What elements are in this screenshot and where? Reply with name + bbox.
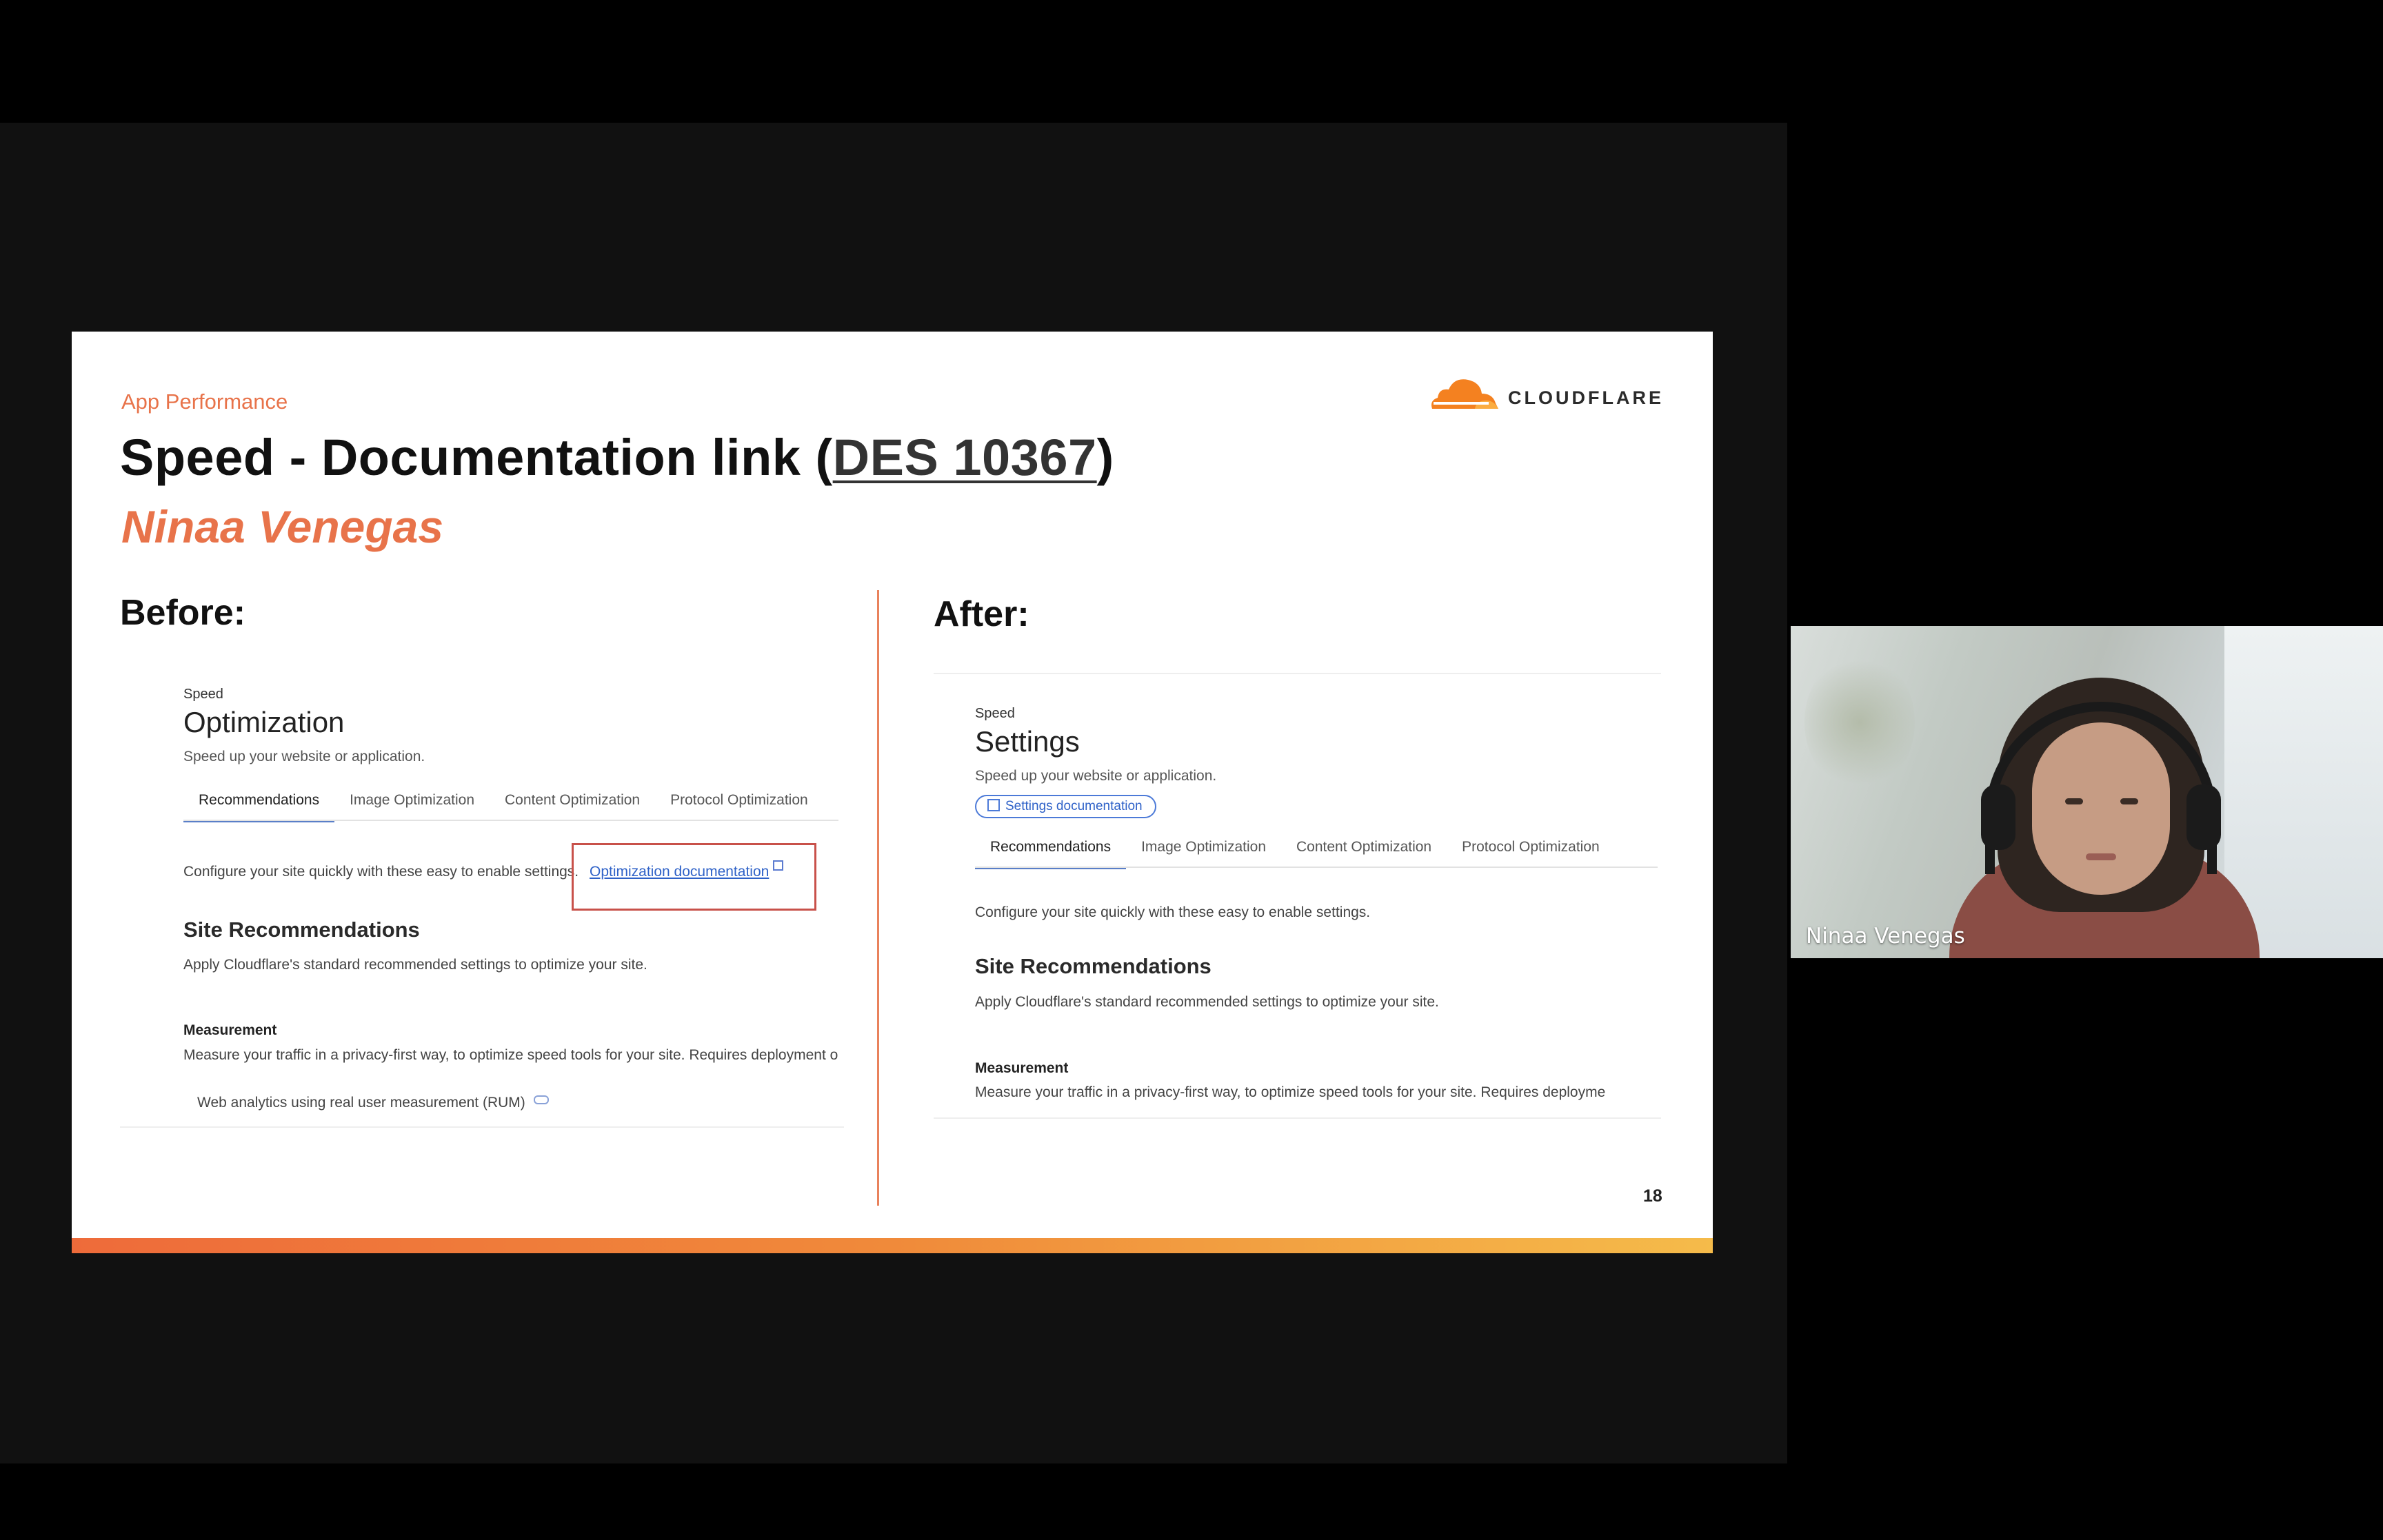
participant-video-tile[interactable]: Ninaa Venegas: [1791, 626, 2383, 958]
intro-text: Configure your site quickly with these e…: [975, 904, 1371, 920]
page-title: Settings: [975, 725, 1080, 758]
measurement-description: Measure your traffic in a privacy-first …: [975, 1084, 1606, 1100]
breadcrumb: Speed: [183, 687, 223, 702]
slide-accent-bar: [72, 1238, 1713, 1253]
after-label: After:: [934, 594, 1029, 634]
breadcrumb: Speed: [975, 706, 1015, 721]
section-title: Site Recommendations: [975, 954, 1211, 978]
intro-copy: Configure your site quickly with these e…: [183, 864, 579, 880]
tab-protocol-optimization[interactable]: Protocol Optimization: [1447, 839, 1615, 869]
tab-recommendations[interactable]: Recommendations: [975, 839, 1127, 869]
tab-image-optimization[interactable]: Image Optimization: [334, 792, 490, 822]
row-divider: [934, 1117, 1661, 1119]
settings-doc-button[interactable]: Settings documentation: [975, 795, 1156, 818]
top-letterbox: [0, 0, 2383, 123]
page-description: Speed up your website or application.: [975, 768, 1217, 784]
slide-eyebrow: App Performance: [121, 389, 288, 414]
tab-underline: [975, 867, 1658, 868]
cloudflare-logo-text: CLOUDFLARE: [1508, 387, 1664, 408]
section-title: Site Recommendations: [183, 918, 420, 942]
title-suffix: ): [1096, 429, 1114, 486]
measurement-title: Measurement: [975, 1060, 1069, 1076]
headset-right-ear: [2186, 784, 2221, 850]
link-icon: [533, 1095, 549, 1104]
tab-bar: Recommendations Image Optimization Conte…: [183, 792, 823, 822]
participant-name: Ninaa Venegas: [1806, 924, 1965, 949]
before-screenshot: Speed Optimization Speed up your website…: [120, 680, 844, 1204]
title-prefix: Speed - Documentation link (: [120, 429, 833, 486]
background-plant: [1804, 654, 1915, 791]
tab-content-optimization[interactable]: Content Optimization: [490, 792, 655, 822]
rum-row[interactable]: Web analytics using real user measuremen…: [197, 1095, 549, 1111]
book-icon: [987, 799, 1000, 811]
tab-content-optimization[interactable]: Content Optimization: [1281, 839, 1447, 869]
bottom-letterbox: [0, 1463, 2383, 1540]
page-title: Optimization: [183, 706, 345, 738]
presentation-slide: App Performance CLOUDFLARE Speed - Docum…: [72, 332, 1713, 1253]
tab-image-optimization[interactable]: Image Optimization: [1126, 839, 1281, 869]
row-divider: [120, 1126, 844, 1128]
tab-underline: [183, 820, 838, 821]
section-description: Apply Cloudflare's standard recommended …: [975, 994, 1439, 1010]
slide-title: Speed - Documentation link (DES 10367): [120, 428, 1114, 487]
tab-bar: Recommendations Image Optimization Conte…: [975, 839, 1615, 869]
measurement-title: Measurement: [183, 1022, 277, 1038]
page-number: 18: [1643, 1186, 1662, 1206]
highlight-box: [572, 843, 816, 911]
ticket-link[interactable]: DES 10367: [833, 429, 1097, 486]
column-divider: [877, 590, 879, 1206]
before-label: Before:: [120, 593, 246, 633]
page-description: Speed up your website or application.: [183, 749, 425, 764]
slide-subtitle: Ninaa Venegas: [121, 501, 444, 552]
headset-left-ear: [1981, 784, 2015, 850]
tab-recommendations[interactable]: Recommendations: [183, 792, 335, 822]
rum-label: Web analytics using real user measuremen…: [197, 1095, 525, 1111]
top-divider: [934, 673, 1661, 674]
settings-doc-label: Settings documentation: [1005, 799, 1143, 813]
tab-protocol-optimization[interactable]: Protocol Optimization: [655, 792, 823, 822]
measurement-description: Measure your traffic in a privacy-first …: [183, 1047, 838, 1063]
after-screenshot: Speed Settings Speed up your website or …: [934, 673, 1661, 1169]
section-description: Apply Cloudflare's standard recommended …: [183, 957, 647, 973]
